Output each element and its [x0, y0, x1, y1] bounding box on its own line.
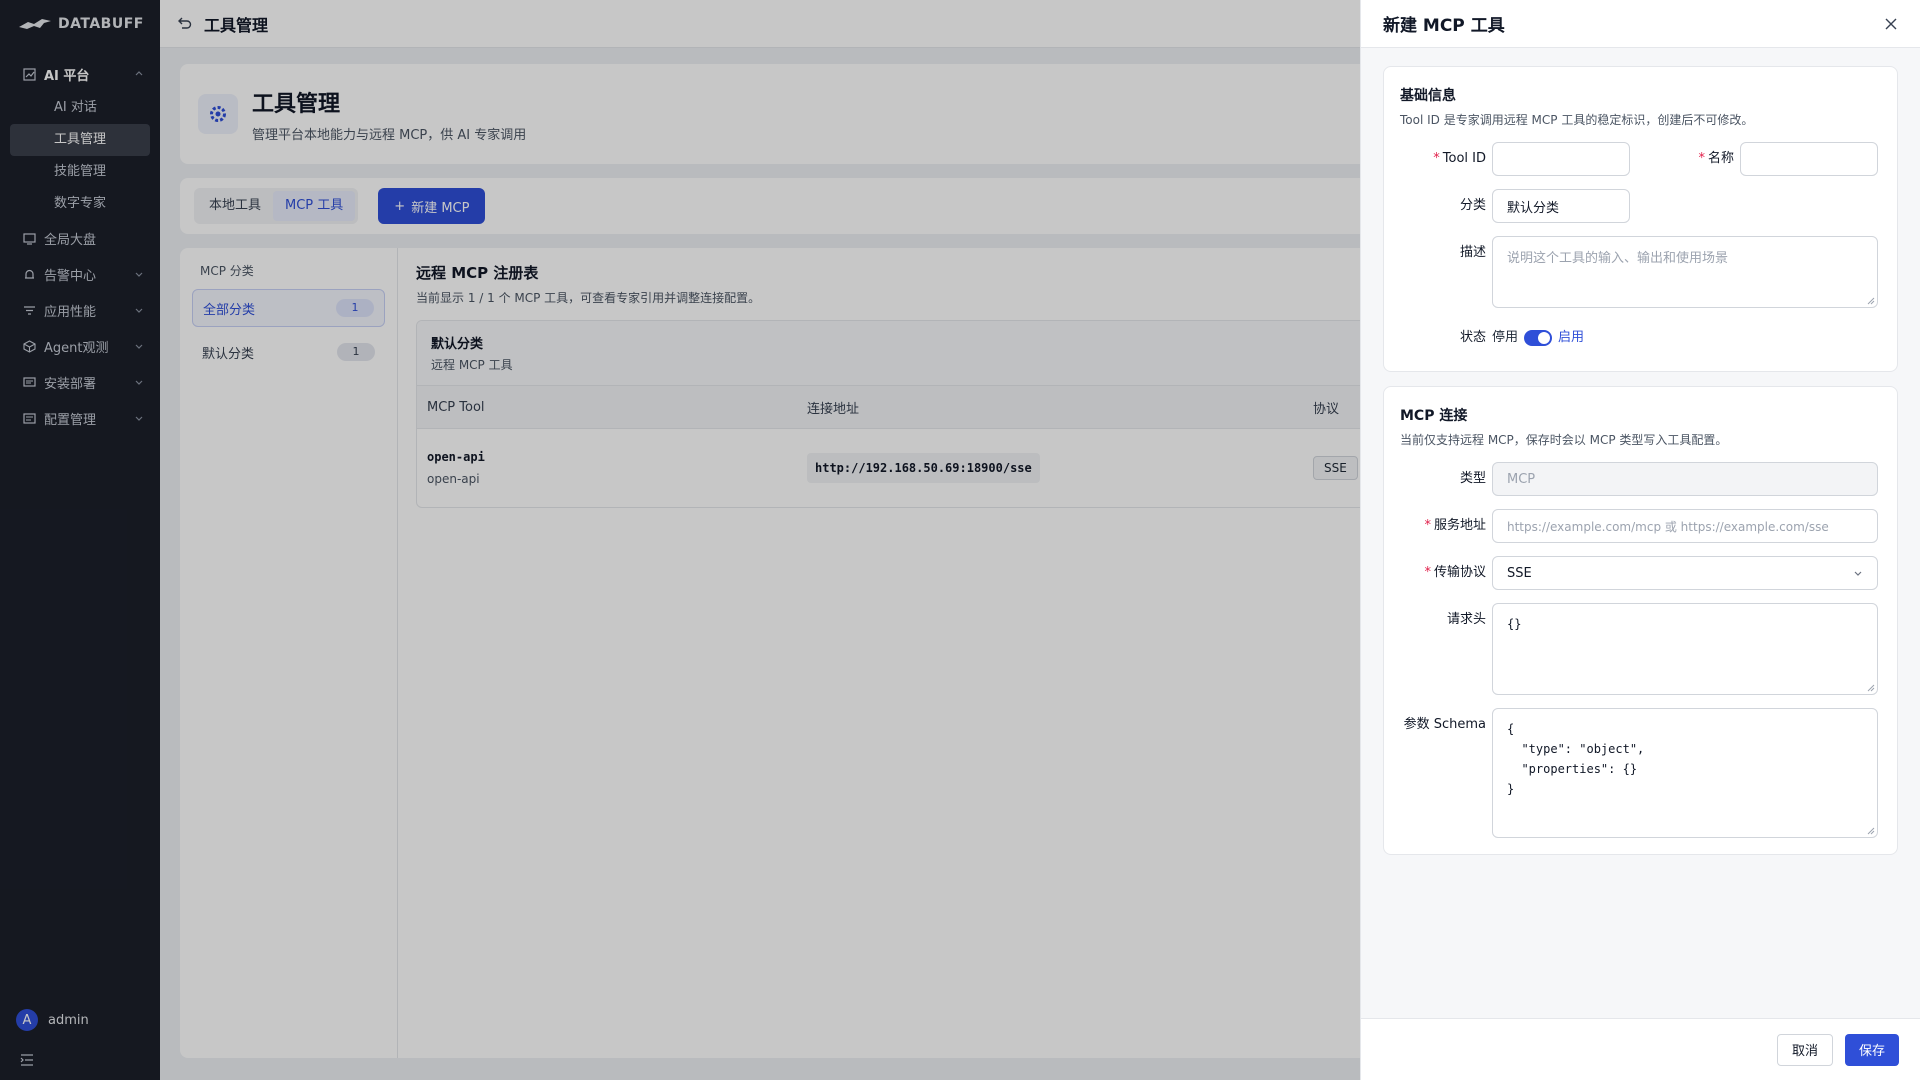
new-mcp-drawer: 新建 MCP 工具 基础信息 Tool ID 是专家调用远程 MCP 工具的稳定… — [1360, 0, 1920, 1080]
status-off-label: 停用 — [1492, 330, 1519, 345]
cancel-button[interactable]: 取消 — [1776, 1033, 1833, 1066]
section-title: 基础信息 — [1400, 88, 1456, 104]
status-toggle[interactable] — [1524, 330, 1553, 346]
schema-textarea[interactable]: { "type": "object", "properties": {} } — [1492, 708, 1878, 838]
drawer-footer: 取消 保存 — [1361, 1018, 1920, 1080]
server-url-placeholder: https://example.com/mcp 或 https://exampl… — [1507, 519, 1829, 534]
tool-id-input[interactable] — [1492, 142, 1630, 176]
basic-info-section: 基础信息 Tool ID 是专家调用远程 MCP 工具的稳定标识，创建后不可修改… — [1383, 66, 1898, 372]
protocol-select[interactable]: SSE — [1492, 556, 1878, 590]
headers-value: {} — [1507, 617, 1522, 631]
description-textarea[interactable]: 说明这个工具的输入、输出和使用场景 — [1492, 236, 1878, 308]
protocol-label: * 传输协议 — [1424, 565, 1486, 580]
section-subtitle: 当前仅支持远程 MCP，保存时会以 MCP 类型写入工具配置。 — [1400, 433, 1728, 447]
category-select[interactable]: 默认分类 — [1492, 189, 1630, 223]
modal-overlay[interactable] — [0, 0, 1360, 1080]
drawer-title: 新建 MCP 工具 — [1383, 16, 1505, 36]
description-placeholder: 说明这个工具的输入、输出和使用场景 — [1507, 251, 1729, 266]
status-on-label: 启用 — [1558, 330, 1585, 345]
section-subtitle: Tool ID 是专家调用远程 MCP 工具的稳定标识，创建后不可修改。 — [1400, 113, 1754, 127]
status-label: 状态 — [1459, 330, 1486, 345]
server-url-input[interactable]: https://example.com/mcp 或 https://exampl… — [1492, 509, 1878, 543]
type-input: MCP — [1492, 462, 1878, 496]
name-input[interactable] — [1740, 142, 1878, 176]
schema-value: { "type": "object", "properties": {} } — [1507, 722, 1645, 796]
save-button[interactable]: 保存 — [1844, 1033, 1899, 1066]
category-label: 分类 — [1459, 198, 1486, 213]
chevron-down-icon — [1854, 571, 1862, 576]
type-label: 类型 — [1459, 471, 1486, 486]
headers-label: 请求头 — [1446, 612, 1486, 627]
headers-textarea[interactable]: {} — [1492, 603, 1878, 695]
close-icon[interactable] — [1884, 17, 1898, 31]
section-title: MCP 连接 — [1400, 408, 1468, 424]
description-label: 描述 — [1459, 245, 1486, 260]
name-label: * 名称 — [1698, 151, 1734, 166]
tool-id-label: * Tool ID — [1433, 151, 1486, 166]
mcp-connection-section: MCP 连接 当前仅支持远程 MCP，保存时会以 MCP 类型写入工具配置。 类… — [1383, 386, 1898, 855]
resize-grip-icon[interactable] — [1867, 684, 1875, 692]
resize-grip-icon[interactable] — [1867, 297, 1875, 305]
protocol-value: SSE — [1507, 565, 1532, 581]
resize-grip-icon[interactable] — [1867, 827, 1875, 835]
schema-label: 参数 Schema — [1403, 717, 1486, 732]
server-url-label: * 服务地址 — [1424, 518, 1486, 533]
